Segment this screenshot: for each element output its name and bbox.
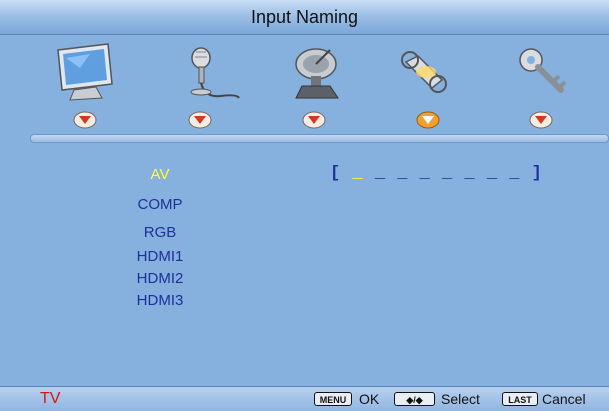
input-item-comp[interactable]: COMP [60,196,260,213]
title-bar: Input Naming [0,0,609,35]
name-entry-field[interactable]: [ _ _ _ _ _ _ _ _ ] [330,164,543,183]
setup-icon[interactable] [392,40,462,104]
input-item-hdmi3[interactable]: HDMI3 [60,292,260,309]
select-key-icon: ◆/◆ [394,392,435,406]
channel-icon[interactable] [282,40,352,104]
audio-icon[interactable] [177,40,247,104]
menu-tab-icons [0,40,609,104]
input-item-av[interactable]: AV [60,166,260,183]
input-item-hdmi2[interactable]: HDMI2 [60,270,260,287]
ok-hint: OK [359,391,380,407]
input-item-rgb[interactable]: RGB [60,224,260,241]
tab-indicator [529,110,553,130]
source-label: TV [40,390,61,407]
tab-indicator [188,110,212,130]
text-cursor: _ [352,164,364,183]
input-item-hdmi1[interactable]: HDMI1 [60,248,260,265]
select-hint: Select [441,391,480,407]
tab-indicator-active [416,110,440,130]
divider [30,134,609,143]
cancel-hint: Cancel [542,391,586,407]
tv-osd-screen: Input Naming AV COMP RGB HDMI1 HDMI2 HDM… [0,0,609,411]
footer-bar: TV MENU OK ◆/◆ Select LAST Cancel [0,386,609,411]
picture-icon[interactable] [50,40,120,104]
field-blanks: _ _ _ _ _ _ _ [374,164,521,183]
page-title: Input Naming [250,7,359,27]
field-close-bracket: ] [531,164,543,183]
last-key-icon: LAST [502,392,538,406]
tab-indicator [73,110,97,130]
tab-indicator [302,110,326,130]
field-open-bracket: [ [330,164,342,183]
lock-icon[interactable] [507,40,577,104]
menu-key-icon: MENU [314,392,352,406]
